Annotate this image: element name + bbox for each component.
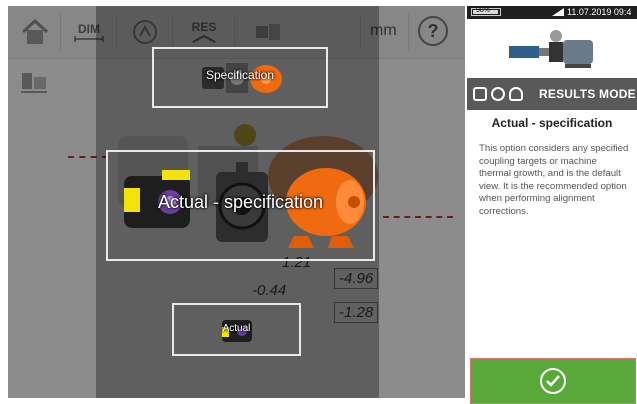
target-icon: [491, 87, 505, 101]
status-bar: 98% 11.07.2019 09:4: [467, 6, 637, 19]
help-description: This option considers any specified coup…: [479, 143, 629, 217]
mode-bar: RESULTS MODE: [467, 78, 637, 110]
option-actual[interactable]: Actual: [172, 303, 301, 356]
option-specification[interactable]: Specification: [152, 47, 328, 108]
sensor-icon: [473, 87, 487, 101]
signal-strength-icon: [552, 8, 564, 16]
confirm-button[interactable]: [470, 358, 636, 404]
alignment-screen: DIM RES mm ? 1.21 -4.96 -0.44 -1.28 Spec…: [8, 6, 465, 398]
status-clock: 11.07.2019 09:4: [567, 7, 632, 17]
option-actual-specification[interactable]: Actual - specification: [106, 150, 375, 261]
help-pane: 98% 11.07.2019 09:4 RESULTS MODE Actual …: [467, 6, 637, 404]
thermal-icon: [509, 87, 523, 101]
option-actual-specification-label: Actual - specification: [157, 192, 324, 212]
option-specification-label: Specification: [205, 68, 275, 82]
machine-setup-icon: [509, 30, 593, 68]
help-heading: Actual - specification: [491, 116, 613, 130]
battery-percent: 98%: [476, 7, 491, 14]
mode-title: RESULTS MODE: [539, 87, 636, 101]
option-actual-label: Actual: [222, 323, 251, 334]
checkmark-icon: [540, 368, 566, 394]
